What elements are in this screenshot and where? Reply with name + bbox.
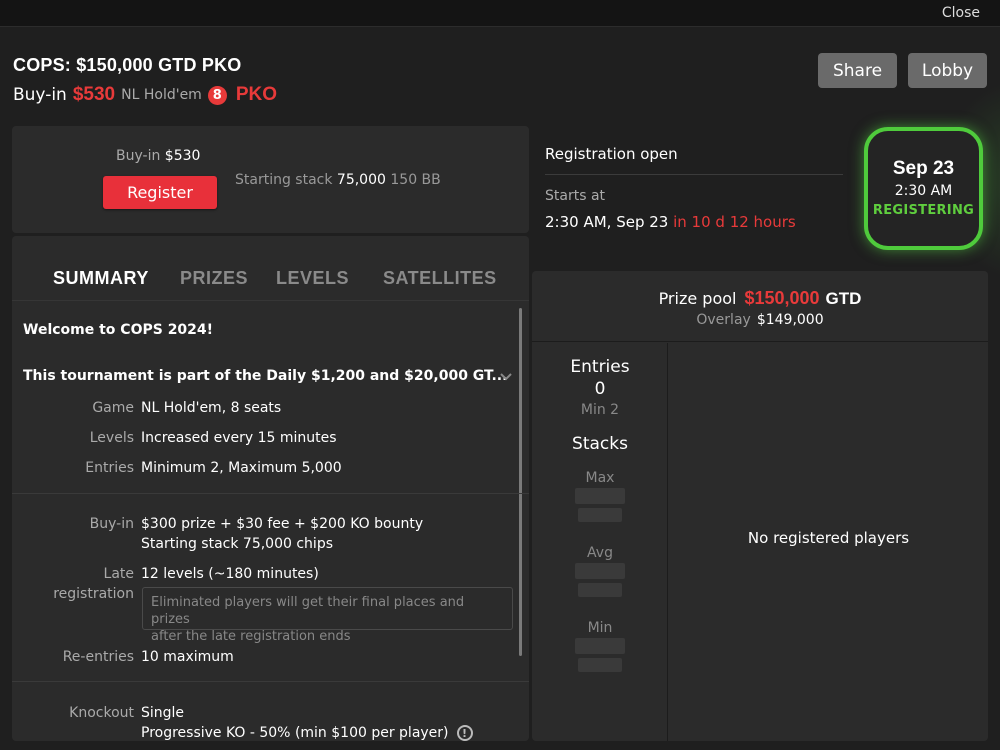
entries-count: 0 — [594, 379, 606, 399]
knockout-value: Single — [141, 705, 185, 721]
registration-panel: Buy-in $530 Register Starting stack 75,0… — [12, 126, 529, 233]
late-reg-value: 12 levels (~180 minutes) — [141, 566, 319, 582]
overlay-line: Overlay $149,000 — [532, 312, 988, 328]
entries-label: Entries — [85, 460, 134, 476]
entries-value: Minimum 2, Maximum 5,000 — [141, 460, 342, 476]
stats-column: Entries 0 Min 2 Stacks Max Avg Min — [532, 343, 668, 741]
info-panel: SUMMARY PRIZES LEVELS SATELLITES Welcome… — [12, 236, 529, 741]
series-description: This tournament is part of the Daily $1,… — [23, 368, 508, 384]
share-button[interactable]: Share — [818, 53, 897, 88]
entries-heading: Entries — [570, 357, 630, 377]
starts-at-label: Starts at — [545, 188, 606, 204]
tournament-title: COPS: $150,000 GTD PKO — [13, 55, 242, 75]
status-divider — [545, 174, 843, 175]
prize-pool-header: Prize pool $150,000 GTD Overlay $149,000 — [532, 271, 988, 342]
buyin-price: $530 — [72, 84, 116, 105]
stacks-heading: Stacks — [572, 434, 628, 454]
stack-min-label: Min — [587, 620, 613, 636]
entries-min: Min 2 — [580, 402, 620, 418]
prize-pool-label: Prize pool — [658, 289, 737, 308]
starting-stack: Starting stack 75,000 150 BB — [235, 172, 441, 188]
overlay-value: $149,000 — [756, 312, 824, 328]
stack-bb: 150 BB — [390, 172, 441, 188]
date-status: REGISTERING — [872, 203, 975, 218]
stack-min-placeholder — [578, 658, 622, 672]
tab-levels[interactable]: LEVELS — [276, 268, 349, 289]
section-divider — [12, 681, 529, 682]
starts-at-value: 2:30 AM, Sep 23 in 10 d 12 hours — [545, 213, 796, 231]
stack-min-placeholder — [575, 638, 625, 654]
reg-buyin: Buy-in $530 — [116, 148, 200, 164]
game-value: NL Hold'em, 8 seats — [141, 400, 282, 416]
prize-pool-gtd: GTD — [825, 289, 862, 308]
late-reg-note: Eliminated players will get their final … — [142, 587, 513, 644]
info-exclamation-icon[interactable]: ! — [456, 725, 473, 741]
welcome-text: Welcome to COPS 2024! — [23, 322, 214, 338]
date-time: 2:30 AM — [894, 183, 953, 199]
date-day: Sep 23 — [892, 158, 955, 179]
stack-label: Starting stack — [235, 172, 333, 188]
registration-status: Registration open — [545, 145, 678, 163]
tab-bar: SUMMARY PRIZES LEVELS SATELLITES — [12, 236, 529, 301]
levels-label: Levels — [89, 430, 134, 446]
buyin-row-value: $300 prize + $30 fee + $200 KO bounty — [141, 516, 424, 532]
stack-avg-label: Avg — [587, 545, 613, 561]
reg-buyin-value: $530 — [164, 148, 201, 164]
stack-avg-placeholder — [578, 583, 622, 597]
buyin-row-stack: Starting stack 75,000 chips — [141, 536, 333, 552]
stack-max-placeholder — [575, 488, 625, 504]
top-bar: Close — [0, 0, 1000, 27]
levels-value: Increased every 15 minutes — [141, 430, 337, 446]
start-date-badge: Sep 23 2:30 AM REGISTERING — [864, 127, 983, 250]
late-reg-label-2: registration — [53, 586, 134, 602]
seats-badge-icon: 8 — [207, 85, 227, 105]
buyin-label: Buy-in — [13, 85, 67, 105]
prize-pool-line: Prize pool $150,000 GTD — [532, 288, 988, 309]
late-reg-note-line2: after the late registration ends — [151, 629, 351, 644]
start-time: 2:30 AM, Sep 23 — [545, 213, 669, 231]
tab-prizes[interactable]: PRIZES — [180, 268, 248, 289]
knockout-label: Knockout — [69, 705, 134, 721]
game-label: Game — [92, 400, 134, 416]
summary-scrollbar[interactable] — [519, 308, 522, 656]
knockout-detail: Progressive KO - 50% (min $100 per playe… — [141, 725, 473, 741]
tab-summary[interactable]: SUMMARY — [53, 268, 149, 289]
reentries-value: 10 maximum — [141, 649, 234, 665]
stack-value: 75,000 — [336, 172, 386, 188]
stack-max-placeholder — [578, 508, 622, 522]
buyin-row-label: Buy-in — [89, 516, 134, 532]
chevron-down-icon[interactable] — [499, 369, 513, 383]
prize-pool-panel: Prize pool $150,000 GTD Overlay $149,000 En… — [532, 271, 988, 741]
overlay-label: Overlay — [696, 312, 751, 328]
pko-label: PKO — [235, 84, 278, 105]
register-button[interactable]: Register — [103, 176, 217, 209]
countdown: in 10 d 12 hours — [673, 213, 796, 231]
stack-avg-placeholder — [575, 563, 625, 579]
tournament-subtitle: Buy-in $530 NL Hold'em 8 PKO — [13, 84, 277, 106]
tab-satellites[interactable]: SATELLITES — [383, 268, 497, 289]
game-type: NL Hold'em — [121, 87, 202, 103]
no-players-message: No registered players — [747, 529, 910, 547]
late-reg-label: Late — [103, 566, 134, 582]
late-reg-note-line1: Eliminated players will get their final … — [151, 595, 465, 627]
knockout-detail-text: Progressive KO - 50% (min $100 per playe… — [141, 725, 449, 741]
prize-pool-amount: $150,000 — [744, 288, 820, 308]
stack-max-label: Max — [585, 470, 615, 486]
reg-buyin-label: Buy-in — [116, 148, 161, 164]
section-divider — [12, 493, 529, 494]
close-button[interactable]: Close — [942, 5, 980, 21]
reentries-label: Re-entries — [62, 649, 134, 665]
